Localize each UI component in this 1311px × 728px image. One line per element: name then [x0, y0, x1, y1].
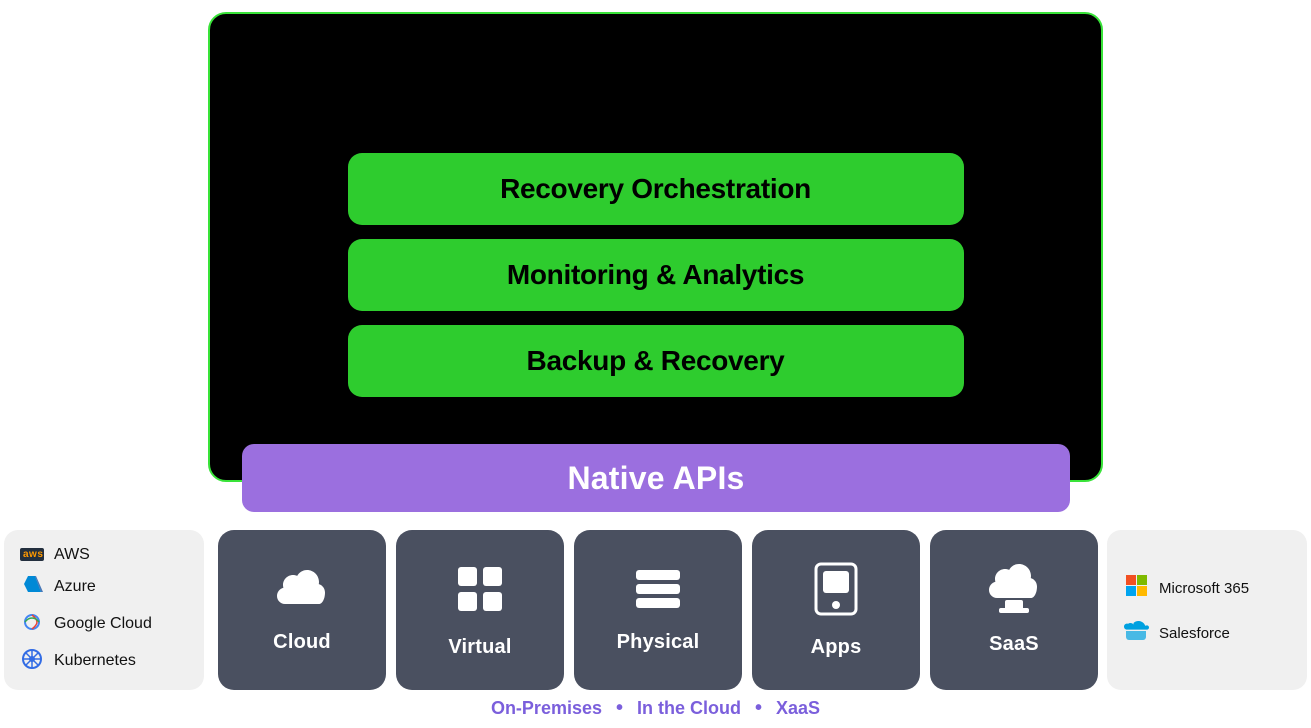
monitoring-analytics-label: Monitoring & Analytics — [507, 259, 804, 291]
microsoft365-row: Microsoft 365 — [1123, 573, 1307, 603]
virtual-label: Virtual — [448, 636, 511, 659]
apps-card: Apps — [752, 530, 920, 690]
microsoft365-label: Microsoft 365 — [1159, 580, 1249, 597]
aws-icon: aws — [20, 548, 44, 561]
in-the-cloud-label: In the Cloud — [637, 698, 741, 719]
physical-icon — [632, 566, 684, 621]
google-cloud-row: Google Cloud — [20, 611, 204, 638]
azure-row: Azure — [20, 574, 204, 601]
backup-recovery-label: Backup & Recovery — [527, 345, 785, 377]
kubernetes-label: Kubernetes — [54, 652, 136, 670]
virtual-card: Virtual — [396, 530, 564, 690]
bottom-labels: On-Premises • In the Cloud • XaaS — [0, 697, 1311, 720]
microsoft365-icon — [1123, 573, 1149, 603]
services-panel: Microsoft 365 Salesforce — [1107, 530, 1307, 690]
google-cloud-icon — [20, 611, 44, 638]
cloud-card: Cloud — [218, 530, 386, 690]
backup-recovery-pill: Backup & Recovery — [348, 325, 964, 397]
dot-1: • — [616, 697, 623, 720]
virtual-icon — [452, 561, 508, 626]
aws-row: aws AWS — [20, 546, 204, 564]
native-apis-bar: Native APIs — [242, 444, 1070, 512]
azure-label: Azure — [54, 578, 96, 596]
physical-card: Physical — [574, 530, 742, 690]
native-apis-label: Native APIs — [567, 460, 744, 497]
saas-card: SaaS — [930, 530, 1098, 690]
xaas-label: XaaS — [776, 698, 820, 719]
dot-2: • — [755, 697, 762, 720]
salesforce-row: Salesforce — [1123, 619, 1307, 647]
kubernetes-icon — [20, 648, 44, 675]
cloud-icon — [273, 566, 331, 621]
icon-cards-row: Cloud Virtual P — [218, 530, 1098, 690]
saas-label: SaaS — [989, 633, 1039, 656]
google-cloud-label: Google Cloud — [54, 615, 152, 633]
apps-label: Apps — [811, 636, 862, 659]
architecture-diagram: Recovery Orchestration Monitoring & Anal… — [0, 8, 1311, 728]
recovery-orchestration-label: Recovery Orchestration — [500, 173, 811, 205]
cloud-label: Cloud — [273, 631, 331, 654]
salesforce-label: Salesforce — [1159, 625, 1230, 642]
aws-label: AWS — [54, 546, 90, 564]
green-pills-container: Recovery Orchestration Monitoring & Anal… — [208, 153, 1103, 397]
recovery-orchestration-pill: Recovery Orchestration — [348, 153, 964, 225]
monitoring-analytics-pill: Monitoring & Analytics — [348, 239, 964, 311]
physical-label: Physical — [617, 631, 700, 654]
kubernetes-row: Kubernetes — [20, 648, 204, 675]
salesforce-icon — [1123, 619, 1149, 647]
apps-icon — [813, 561, 859, 626]
cloud-providers-panel: aws AWS Azure Google Cloud — [4, 530, 204, 690]
azure-icon — [20, 574, 44, 601]
on-premises-label: On-Premises — [491, 698, 602, 719]
saas-icon — [985, 564, 1043, 623]
